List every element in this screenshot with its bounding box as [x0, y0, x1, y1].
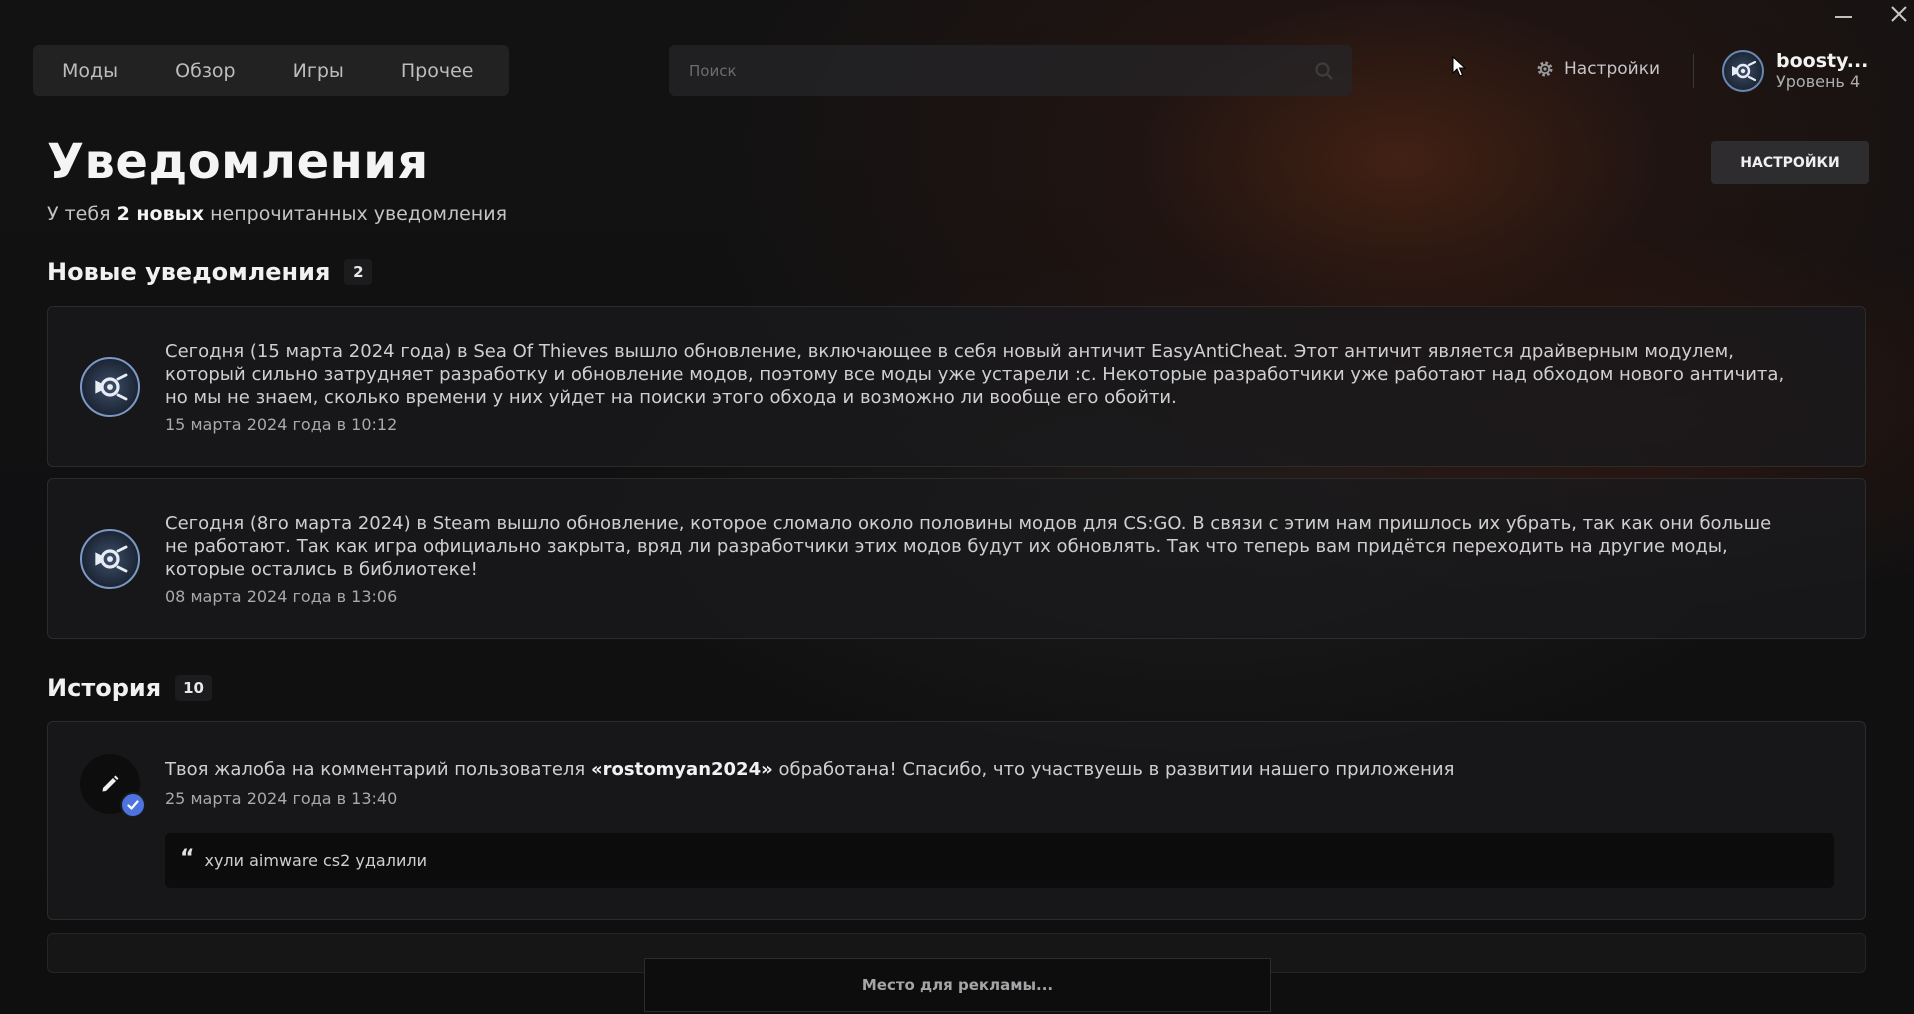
search-bar [669, 45, 1352, 96]
mouse-cursor-icon [1452, 56, 1466, 77]
mod-logo-icon [95, 373, 128, 401]
nav-item-other[interactable]: Прочее [401, 60, 474, 82]
ad-placeholder[interactable]: Место для рекламы... [644, 958, 1271, 1012]
history-text-prefix: Твоя жалоба на комментарий пользователя [165, 759, 586, 780]
mod-logo-icon [1732, 60, 1757, 82]
mod-logo-icon [95, 545, 128, 573]
settings-link[interactable]: Настройки [1536, 59, 1660, 79]
main-nav: Моды Обзор Игры Прочее [33, 45, 509, 96]
pencil-icon [102, 775, 119, 792]
section-title: История [47, 674, 162, 702]
notification-text: Сегодня (8го марта 2024) в Steam вышло о… [165, 513, 1772, 580]
page-subtitle: У тебя 2 новых непрочитанных уведомления [47, 203, 507, 225]
check-icon [127, 800, 139, 810]
notification-date: 08 марта 2024 года в 13:06 [165, 587, 398, 606]
search-icon[interactable] [1314, 61, 1334, 81]
reported-comment-quote: “ хули aimware cs2 удалили [165, 833, 1834, 888]
count-badge: 2 [344, 259, 373, 285]
avatar [80, 529, 140, 589]
notification-settings-button[interactable]: НАСТРОЙКИ [1711, 141, 1869, 184]
history-heading: История 10 [47, 674, 212, 702]
profile-name: boosty... [1776, 50, 1869, 72]
history-text: Твоя жалоба на комментарий пользователя … [165, 758, 1785, 781]
history-card[interactable]: Твоя жалоба на комментарий пользователя … [47, 721, 1866, 920]
notification-text: Сегодня (15 марта 2024 года) в Sea Of Th… [165, 341, 1785, 408]
user-profile[interactable]: boosty... Уровень 4 [1722, 50, 1868, 92]
quote-icon: “ [180, 846, 195, 871]
notification-card[interactable]: Сегодня (8го марта 2024) в Steam вышло о… [47, 478, 1866, 639]
nav-item-mods[interactable]: Моды [62, 60, 118, 82]
notification-card[interactable]: Сегодня (15 марта 2024 года) в Sea Of Th… [47, 306, 1866, 467]
nav-item-games[interactable]: Игры [293, 60, 344, 82]
count-badge: 10 [175, 675, 212, 701]
nav-item-overview[interactable]: Обзор [175, 60, 235, 82]
close-icon[interactable] [1890, 5, 1908, 23]
status-badge [120, 792, 146, 818]
notifications-app: Моды Обзор Игры Прочее Настройки [0, 0, 1914, 1014]
avatar [1722, 50, 1764, 92]
subtitle-prefix: У тебя [47, 203, 111, 225]
settings-link-label: Настройки [1564, 59, 1661, 79]
quote-text: хули aimware cs2 удалили [204, 851, 427, 870]
profile-info: boosty... Уровень 4 [1776, 50, 1868, 92]
new-notifications-heading: Новые уведомления 2 [47, 258, 373, 286]
section-title: Новые уведомления [47, 258, 331, 286]
history-date: 25 марта 2024 года в 13:40 [165, 789, 398, 808]
notification-date: 15 марта 2024 года в 10:12 [165, 415, 398, 434]
reported-user-link[interactable]: «rostomyan2024» [591, 759, 773, 780]
subtitle-new-count: 2 новых [116, 203, 205, 225]
page-title: Уведомления [47, 134, 429, 190]
profile-level: Уровень 4 [1776, 72, 1861, 91]
minimize-button[interactable] [1835, 8, 1853, 24]
gear-icon [1537, 61, 1553, 77]
subtitle-suffix: непрочитанных уведомления [210, 203, 508, 225]
search-input[interactable] [687, 60, 1314, 81]
topbar-divider [1693, 54, 1694, 88]
history-text-suffix: обработана! Спасибо, что участвуешь в ра… [778, 759, 1455, 780]
avatar [80, 357, 140, 417]
